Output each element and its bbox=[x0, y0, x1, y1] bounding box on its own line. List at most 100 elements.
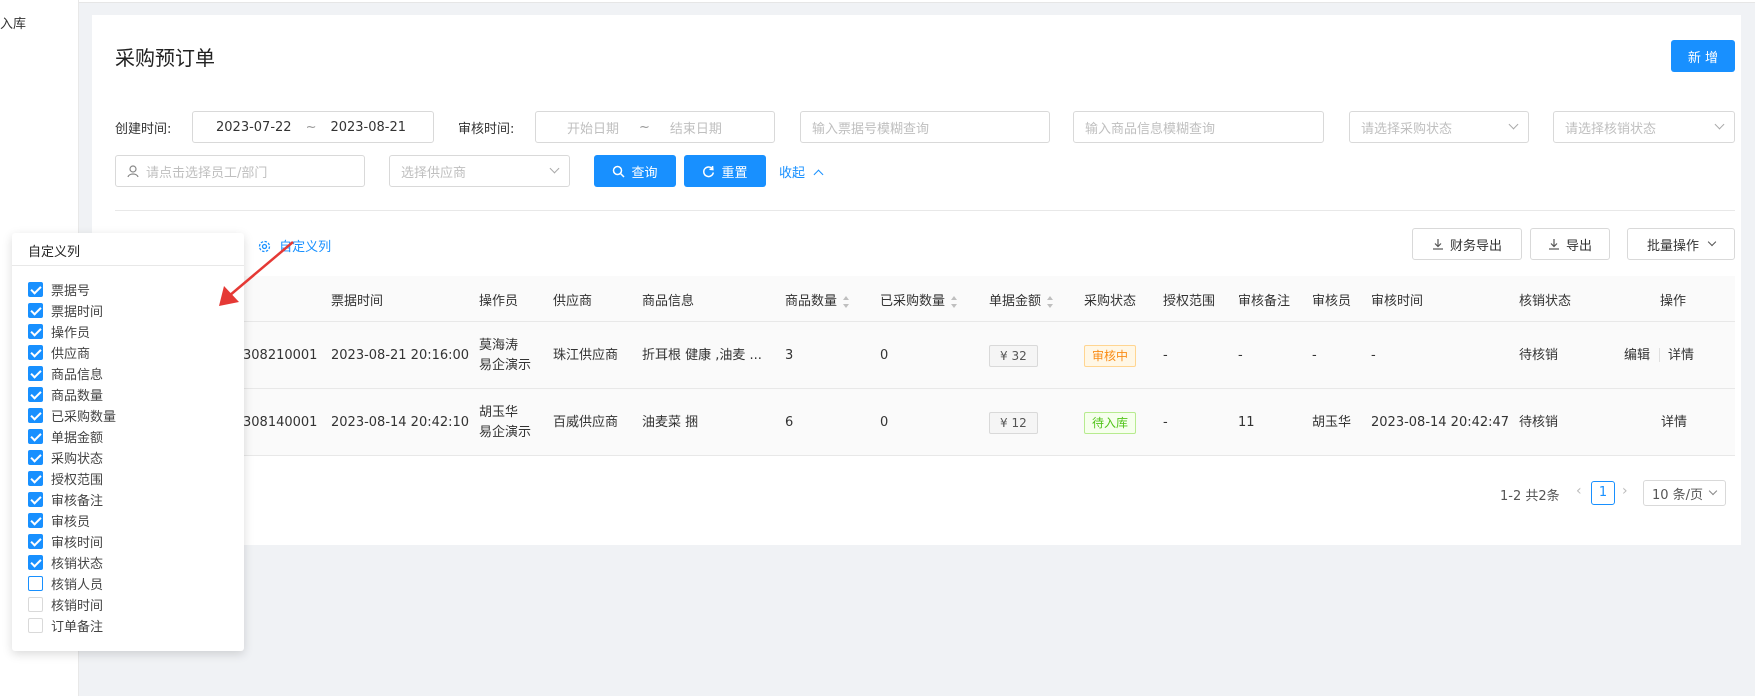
cell-purchased-qty: 0 bbox=[880, 415, 889, 430]
query-button[interactable]: 查询 bbox=[594, 155, 676, 187]
checkbox-checked-icon[interactable] bbox=[28, 281, 43, 297]
checkbox-checked-icon[interactable] bbox=[28, 407, 43, 423]
annotation-arrow bbox=[219, 241, 294, 306]
column-checkbox-item[interactable]: 商品信息 bbox=[28, 364, 104, 383]
range-separator: ~ bbox=[305, 119, 317, 135]
column-checkbox-item[interactable]: 供应商 bbox=[28, 343, 90, 362]
purchase-status-select[interactable]: 请选择采购状态 bbox=[1349, 111, 1529, 143]
column-checkbox-item[interactable]: 采购状态 bbox=[28, 448, 104, 467]
checkbox-checked-icon[interactable] bbox=[28, 386, 43, 402]
checkbox-unchecked-icon[interactable] bbox=[28, 596, 43, 612]
create-end-value: 2023-08-21 bbox=[330, 119, 407, 135]
collapse-label: 收起 bbox=[779, 166, 806, 181]
th-supplier: 供应商 bbox=[553, 294, 593, 309]
checkbox-checked-icon[interactable] bbox=[28, 365, 43, 381]
checkbox-checked-icon[interactable] bbox=[28, 428, 43, 444]
column-checkbox-item[interactable]: 审核员 bbox=[28, 511, 90, 530]
popover-divider bbox=[12, 265, 244, 266]
th-auditor: 审核员 bbox=[1312, 294, 1352, 309]
next-page-icon[interactable]: › bbox=[1622, 483, 1628, 499]
batch-ops-dropdown[interactable]: 批量操作 bbox=[1627, 228, 1735, 260]
export-button[interactable]: 导出 bbox=[1530, 228, 1610, 260]
th-doc-time: 票据时间 bbox=[331, 294, 384, 309]
cell-writeoff-status: 待核销 bbox=[1519, 348, 1559, 363]
page-title: 采购预订单 bbox=[115, 46, 215, 70]
cell-qty: 6 bbox=[785, 415, 794, 430]
sort-icon bbox=[951, 295, 958, 308]
writeoff-status-placeholder: 请选择核销状态 bbox=[1565, 121, 1657, 137]
range-separator: ~ bbox=[639, 119, 650, 135]
checkbox-unchecked-icon[interactable] bbox=[28, 575, 43, 591]
audit-start-placeholder: 开始日期 bbox=[567, 121, 620, 137]
edit-link[interactable]: 编辑 bbox=[1624, 346, 1650, 365]
page-size-value: 10 条/页 bbox=[1652, 487, 1704, 503]
th-qty-sortable[interactable]: 商品数量 bbox=[785, 290, 850, 309]
checkbox-checked-icon[interactable] bbox=[28, 344, 43, 360]
create-time-label: 创建时间: bbox=[115, 122, 172, 137]
table-row: 308140001 2023-08-14 20:42:10 胡玉华 易企演示 百… bbox=[115, 389, 1735, 456]
column-checkbox-item[interactable]: 商品数量 bbox=[28, 385, 103, 404]
reset-button[interactable]: 重置 bbox=[684, 155, 766, 187]
export-label: 导出 bbox=[1565, 238, 1592, 254]
checkbox-checked-icon[interactable] bbox=[28, 512, 43, 528]
nav-item-partial[interactable]: 入库 bbox=[0, 13, 26, 32]
create-time-range[interactable]: 2023-07-22 ~ 2023-08-21 bbox=[192, 111, 434, 143]
th-actions: 操作 bbox=[1660, 294, 1687, 309]
column-checkbox-label: 订单备注 bbox=[51, 619, 104, 635]
th-qty: 商品数量 bbox=[785, 294, 838, 309]
column-checkbox-label: 采购状态 bbox=[51, 451, 104, 467]
staff-select-input[interactable]: 请点击选择员工/部门 bbox=[115, 155, 365, 187]
th-purchased-qty-sortable[interactable]: 已采购数量 bbox=[880, 290, 958, 309]
column-checkbox-item[interactable]: 核销时间 bbox=[28, 595, 103, 614]
checkbox-checked-icon[interactable] bbox=[28, 554, 43, 570]
page-button-current[interactable]: 1 bbox=[1591, 481, 1615, 505]
column-checkbox-label: 票据号 bbox=[51, 283, 91, 299]
checkbox-checked-icon[interactable] bbox=[28, 470, 43, 486]
column-checkbox-item[interactable]: 单据金额 bbox=[28, 427, 104, 446]
column-checkbox-item[interactable]: 订单备注 bbox=[28, 616, 104, 635]
cell-scope: - bbox=[1163, 348, 1168, 363]
checkbox-checked-icon[interactable] bbox=[28, 302, 43, 318]
finance-export-button[interactable]: 财务导出 bbox=[1412, 228, 1522, 260]
column-checkbox-item[interactable]: 已采购数量 bbox=[28, 406, 116, 425]
query-button-label: 查询 bbox=[631, 165, 658, 181]
column-checkbox-label: 核销状态 bbox=[51, 556, 104, 572]
add-button[interactable]: 新 增 bbox=[1671, 40, 1735, 72]
doc-no-search-input[interactable]: 输入票据号模糊查询 bbox=[800, 111, 1050, 143]
column-checkbox-item[interactable]: 审核时间 bbox=[28, 532, 103, 551]
supplier-select[interactable]: 选择供应商 bbox=[389, 155, 570, 187]
column-checkbox-label: 操作员 bbox=[51, 325, 91, 341]
collapse-link[interactable]: 收起 bbox=[779, 162, 824, 181]
cell-goods: 折耳根 健康 ,油麦 ... bbox=[642, 348, 762, 363]
cell-writeoff-status: 待核销 bbox=[1519, 415, 1559, 430]
chevron-down-icon bbox=[1714, 119, 1725, 130]
page-size-select[interactable]: 10 条/页 bbox=[1643, 480, 1726, 506]
checkbox-checked-icon[interactable] bbox=[28, 323, 43, 339]
column-checkbox-item[interactable]: 票据时间 bbox=[28, 301, 103, 320]
column-checkbox-item[interactable]: 操作员 bbox=[28, 322, 91, 341]
th-audit-time: 审核时间 bbox=[1371, 294, 1424, 309]
column-checkbox-label: 商品信息 bbox=[51, 367, 104, 383]
cell-audit-note: - bbox=[1238, 348, 1243, 363]
writeoff-status-select[interactable]: 请选择核销状态 bbox=[1553, 111, 1735, 143]
sort-icon bbox=[1047, 295, 1054, 308]
detail-link[interactable]: 详情 bbox=[1661, 413, 1687, 432]
finance-export-label: 财务导出 bbox=[1449, 238, 1502, 254]
th-writeoff-status: 核销状态 bbox=[1519, 294, 1572, 309]
checkbox-checked-icon[interactable] bbox=[28, 449, 43, 465]
checkbox-unchecked-icon[interactable] bbox=[28, 617, 43, 633]
detail-link[interactable]: 详情 bbox=[1668, 346, 1694, 365]
column-checkbox-item[interactable]: 核销人员 bbox=[28, 574, 103, 593]
column-checkbox-item[interactable]: 审核备注 bbox=[28, 490, 103, 509]
column-checkbox-item[interactable]: 授权范围 bbox=[28, 469, 103, 488]
cell-operator-name: 莫海涛 bbox=[479, 338, 519, 353]
column-checkbox-label: 单据金额 bbox=[51, 430, 104, 446]
column-checkbox-item[interactable]: 票据号 bbox=[28, 280, 91, 299]
th-amount-sortable[interactable]: 单据金额 bbox=[989, 290, 1054, 309]
checkbox-checked-icon[interactable] bbox=[28, 491, 43, 507]
audit-time-range[interactable]: 开始日期 ~ 结束日期 bbox=[535, 111, 775, 143]
checkbox-checked-icon[interactable] bbox=[28, 533, 43, 549]
prev-page-icon[interactable]: ‹ bbox=[1576, 483, 1582, 499]
column-checkbox-item[interactable]: 核销状态 bbox=[28, 553, 104, 572]
goods-search-input[interactable]: 输入商品信息模糊查询 bbox=[1073, 111, 1324, 143]
